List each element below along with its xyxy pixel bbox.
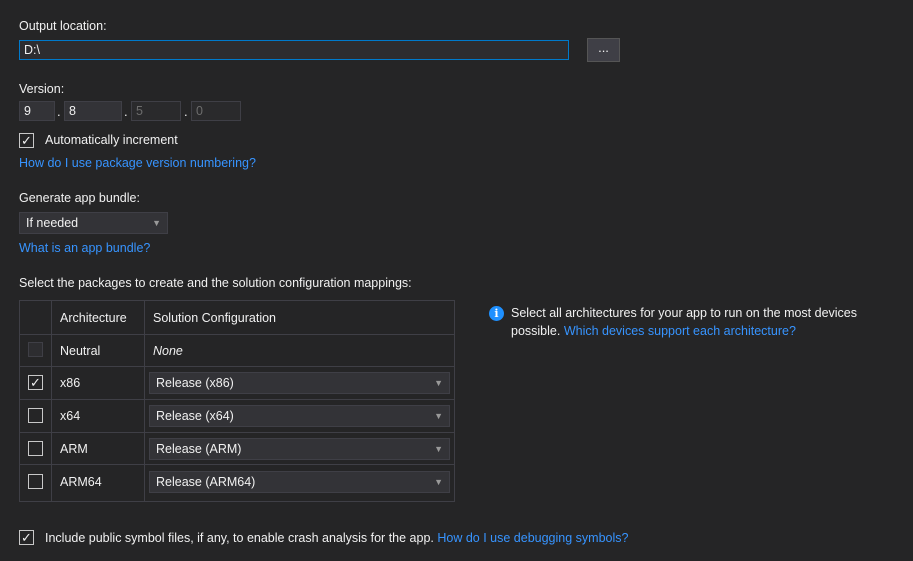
auto-increment-checkbox[interactable]: ✓ bbox=[19, 133, 34, 148]
row-config-dropdown-arm[interactable]: Release (ARM) ▼ bbox=[149, 438, 450, 460]
chevron-down-icon: ▼ bbox=[434, 411, 443, 421]
row-config-value-arm: Release (ARM) bbox=[156, 442, 242, 456]
row-config-value-x86: Release (x86) bbox=[156, 376, 234, 390]
row-config-dropdown-x86[interactable]: Release (x86) ▼ bbox=[149, 372, 450, 394]
row-arch-x64: x64 bbox=[60, 409, 81, 423]
bundle-label: Generate app bundle: bbox=[19, 191, 140, 205]
bundle-selected-value: If needed bbox=[26, 216, 79, 230]
version-major-input[interactable]: 9 bbox=[19, 101, 55, 121]
version-separator: . bbox=[184, 104, 188, 119]
version-minor-input[interactable]: 8 bbox=[64, 101, 122, 121]
bundle-help-link[interactable]: What is an app bundle? bbox=[19, 241, 150, 255]
row-checkbox-x86[interactable]: ✓ bbox=[28, 375, 43, 390]
checkmark-icon: ✓ bbox=[30, 375, 41, 390]
chevron-down-icon: ▼ bbox=[152, 218, 161, 228]
row-config-dropdown-x64[interactable]: Release (x64) ▼ bbox=[149, 405, 450, 427]
info-icon: i bbox=[489, 306, 504, 321]
auto-increment-label: Automatically increment bbox=[45, 133, 178, 147]
row-arch-x86: x86 bbox=[60, 376, 81, 390]
packages-label: Select the packages to create and the so… bbox=[19, 276, 412, 290]
browse-button[interactable]: ... bbox=[587, 38, 620, 62]
row-arch-arm64: ARM64 bbox=[60, 475, 102, 489]
packages-table: Architecture Solution Configuration Neut… bbox=[19, 300, 455, 502]
version-help-link[interactable]: How do I use package version numbering? bbox=[19, 156, 256, 170]
version-label: Version: bbox=[19, 82, 65, 96]
version-separator: . bbox=[124, 104, 128, 119]
row-config-value-arm64: Release (ARM64) bbox=[156, 475, 256, 489]
row-checkbox-arm[interactable] bbox=[28, 441, 43, 456]
chevron-down-icon: ▼ bbox=[434, 378, 443, 388]
row-checkbox-arm64[interactable] bbox=[28, 474, 43, 489]
version-build-input: 5 bbox=[131, 101, 181, 121]
bundle-dropdown[interactable]: If needed ▼ bbox=[19, 212, 168, 234]
symbols-checkbox[interactable]: ✓ bbox=[19, 530, 34, 545]
output-location-label: Output location: bbox=[19, 19, 107, 33]
symbols-help-link[interactable]: How do I use debugging symbols? bbox=[437, 531, 628, 545]
row-checkbox-neutral bbox=[28, 342, 43, 357]
row-config-neutral: None bbox=[153, 344, 183, 358]
row-config-dropdown-arm64[interactable]: Release (ARM64) ▼ bbox=[149, 471, 450, 493]
architecture-help-link[interactable]: Which devices support each architecture? bbox=[564, 324, 796, 338]
checkmark-icon: ✓ bbox=[21, 530, 32, 545]
row-arch-arm: ARM bbox=[60, 442, 88, 456]
row-checkbox-x64[interactable] bbox=[28, 408, 43, 423]
column-header-architecture: Architecture bbox=[60, 311, 127, 325]
version-revision-input: 0 bbox=[191, 101, 241, 121]
column-header-solution-configuration: Solution Configuration bbox=[153, 311, 276, 325]
info-text-line1: Select all architectures for your app to… bbox=[511, 306, 858, 320]
symbols-label: Include public symbol files, if any, to … bbox=[45, 531, 434, 545]
row-config-value-x64: Release (x64) bbox=[156, 409, 234, 423]
chevron-down-icon: ▼ bbox=[434, 444, 443, 454]
checkmark-icon: ✓ bbox=[21, 133, 32, 148]
chevron-down-icon: ▼ bbox=[434, 477, 443, 487]
version-separator: . bbox=[57, 104, 61, 119]
row-arch-neutral: Neutral bbox=[60, 344, 101, 358]
info-text-line2: possible. bbox=[511, 324, 561, 338]
output-location-input[interactable]: D:\ bbox=[19, 40, 569, 60]
